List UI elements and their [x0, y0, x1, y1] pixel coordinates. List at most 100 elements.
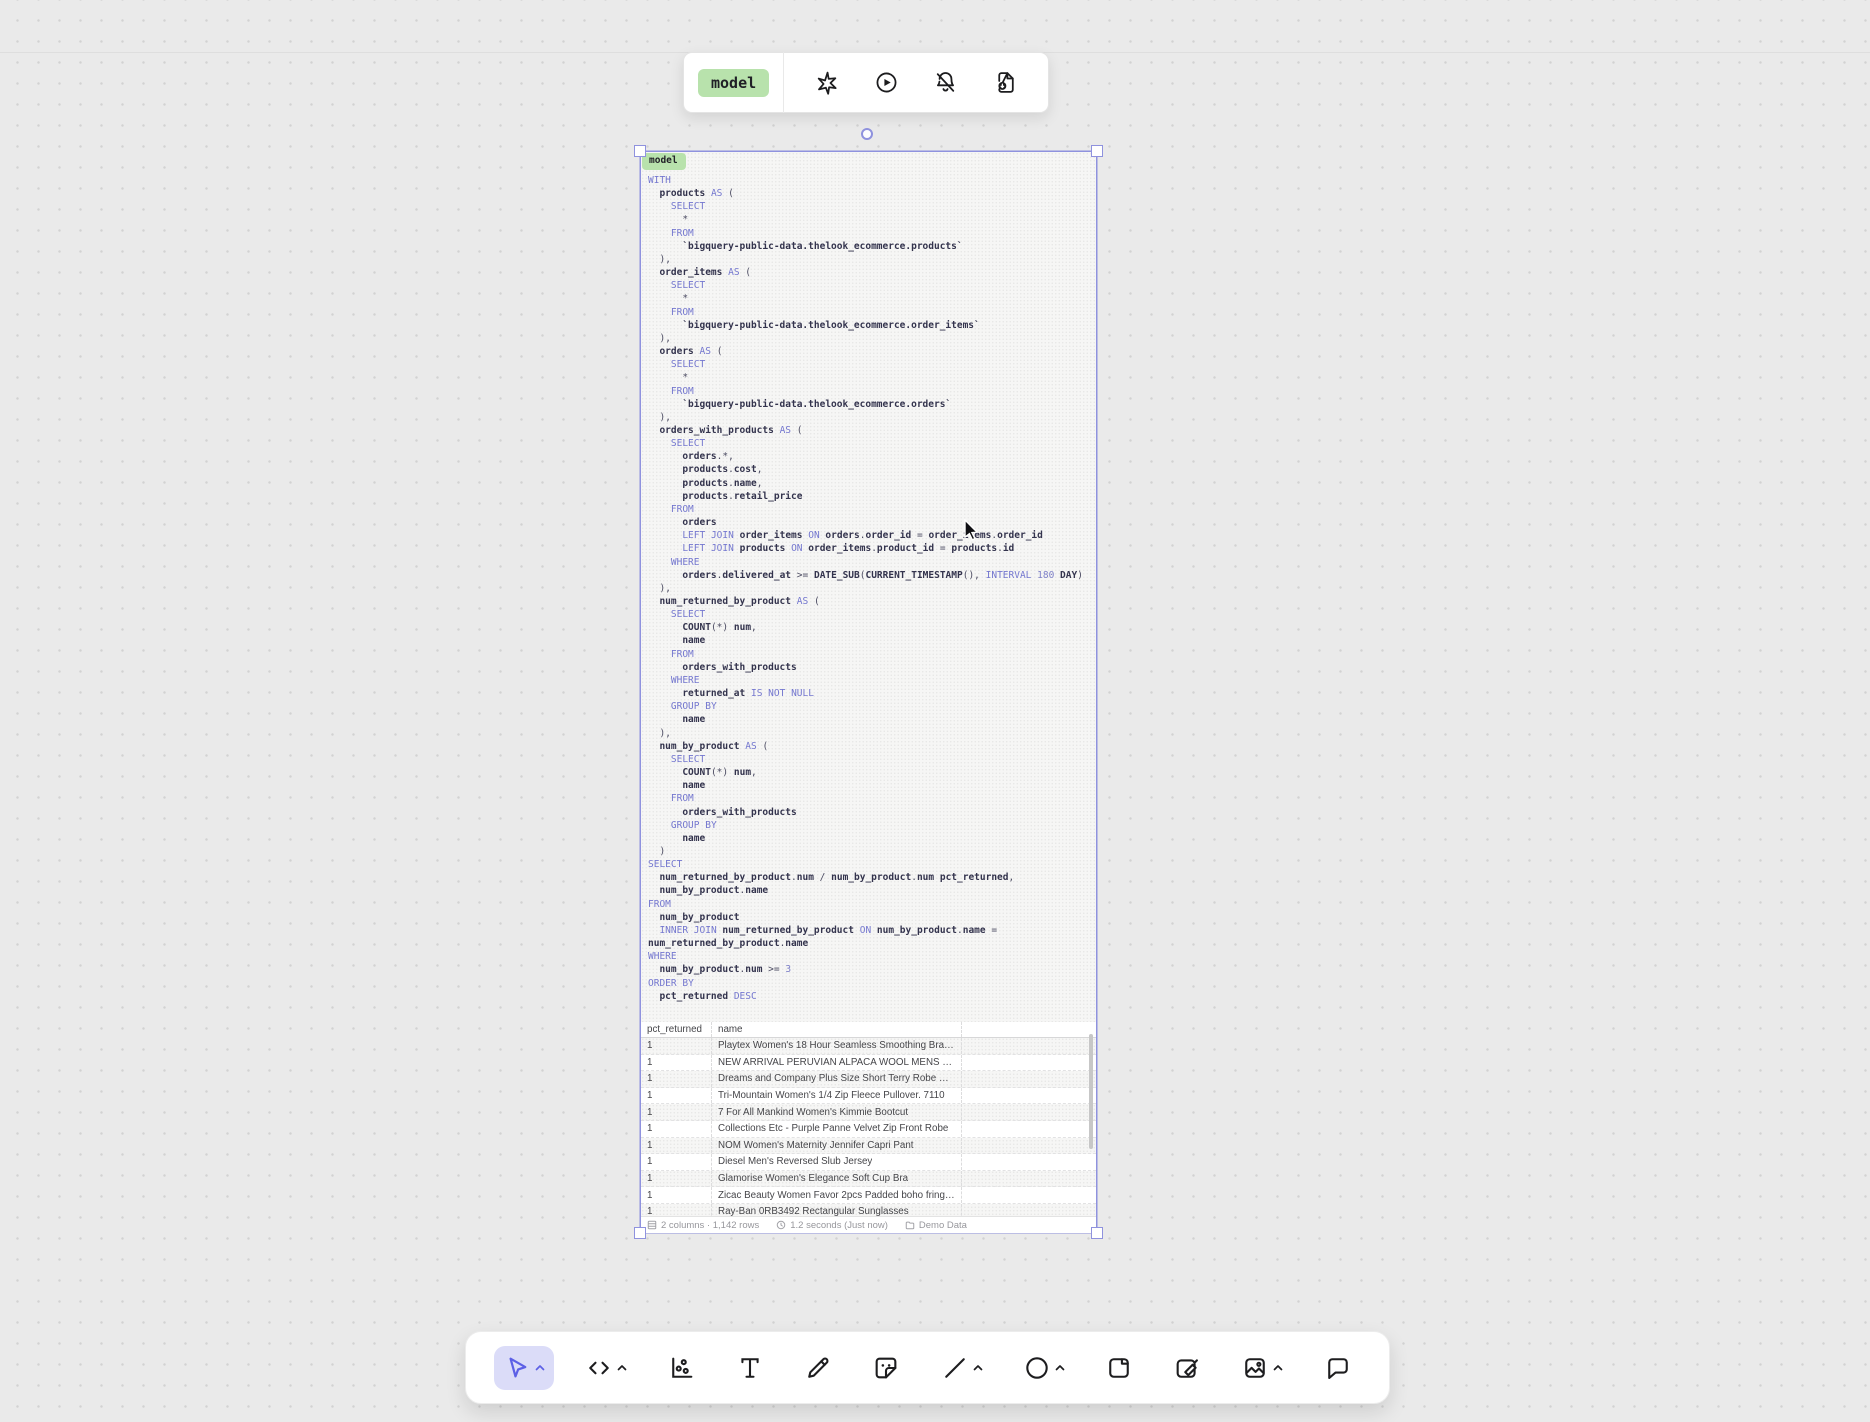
- chart-icon: [668, 1354, 696, 1382]
- code-line: WHERE: [648, 674, 1092, 687]
- table-row[interactable]: 1Zicac Beauty Women Favor 2pcs Padded bo…: [641, 1187, 1096, 1204]
- notifications-off-icon[interactable]: [929, 66, 963, 100]
- code-line: SELECT: [648, 753, 1092, 766]
- results-scrollbar[interactable]: [1089, 1034, 1093, 1149]
- code-line: FROM: [648, 227, 1092, 240]
- code-line: num_returned_by_product.num / num_by_pro…: [648, 871, 1092, 884]
- text-tool[interactable]: [727, 1346, 773, 1390]
- cell-empty: [962, 1138, 1096, 1154]
- code-line: orders_with_products AS (: [648, 424, 1092, 437]
- resize-handle-bottom-left[interactable]: [634, 1227, 646, 1239]
- comment-tool[interactable]: [1315, 1346, 1361, 1390]
- cell-pct-returned: 1: [641, 1071, 712, 1087]
- code-line: products AS (: [648, 187, 1092, 200]
- frame-tool[interactable]: [1096, 1346, 1142, 1390]
- sticker-tool[interactable]: [863, 1346, 909, 1390]
- line-icon: [941, 1354, 969, 1382]
- table-row[interactable]: 1Tri-Mountain Women's 1/4 Zip Fleece Pul…: [641, 1088, 1096, 1105]
- resize-handle-top-right[interactable]: [1091, 145, 1103, 157]
- code-line: ),: [648, 411, 1092, 424]
- comment-icon: [1324, 1354, 1352, 1382]
- table-row[interactable]: 1Playtex Women's 18 Hour Seamless Smooth…: [641, 1038, 1096, 1055]
- stamp-icon: [1173, 1354, 1201, 1382]
- draw-tool[interactable]: [795, 1346, 841, 1390]
- sql-model-cell[interactable]: model WITH products AS ( SELECT * FROM `…: [641, 152, 1096, 1232]
- cell-name: Dreams and Company Plus Size Short Terry…: [712, 1071, 962, 1087]
- cell-title-badge[interactable]: model: [642, 153, 686, 170]
- export-file-icon[interactable]: [988, 66, 1022, 100]
- sql-code-editor[interactable]: WITH products AS ( SELECT * FROM `bigque…: [648, 174, 1092, 1003]
- table-row[interactable]: 1Ray-Ban 0RB3492 Rectangular Sunglasses: [641, 1204, 1096, 1216]
- status-columns-rows: 2 columns · 1,142 rows: [647, 1220, 759, 1231]
- results-header-row: pct_returned name: [641, 1022, 1096, 1038]
- cell-name: Playtex Women's 18 Hour Seamless Smoothi…: [712, 1038, 962, 1054]
- code-line: orders AS (: [648, 345, 1092, 358]
- code-line: orders.delivered_at >= DATE_SUB(CURRENT_…: [648, 569, 1092, 582]
- table-row[interactable]: 1Collections Etc - Purple Panne Velvet Z…: [641, 1121, 1096, 1138]
- model-type-badge[interactable]: model: [698, 69, 769, 97]
- code-line: orders_with_products: [648, 806, 1092, 819]
- run-cell-icon[interactable]: [869, 66, 903, 100]
- code-line: GROUP BY: [648, 819, 1092, 832]
- cell-pct-returned: 1: [641, 1038, 712, 1054]
- table-row[interactable]: 17 For All Mankind Women's Kimmie Bootcu…: [641, 1104, 1096, 1121]
- cell-connector-handle[interactable]: [861, 128, 873, 140]
- code-line: FROM: [648, 898, 1092, 911]
- code-line: `bigquery-public-data.thelook_ecommerce.…: [648, 398, 1092, 411]
- column-header-name: name: [712, 1022, 962, 1037]
- code-line: pct_returned DESC: [648, 990, 1092, 1003]
- shape-tool[interactable]: [1014, 1346, 1074, 1390]
- code-line: order_items AS (: [648, 266, 1092, 279]
- chevron-up-icon: [617, 1364, 627, 1371]
- stamp-tool[interactable]: [1164, 1346, 1210, 1390]
- code-line: LEFT JOIN products ON order_items.produc…: [648, 542, 1092, 555]
- results-status-bar: 2 columns · 1,142 rows 1.2 seconds (Just…: [641, 1216, 1096, 1233]
- code-line: ),: [648, 332, 1092, 345]
- chart-tool[interactable]: [659, 1346, 705, 1390]
- code-line: products.retail_price: [648, 490, 1092, 503]
- code-line: products.name,: [648, 477, 1092, 490]
- code-line: SELECT: [648, 437, 1092, 450]
- code-line: FROM: [648, 503, 1092, 516]
- code-line: SELECT: [648, 358, 1092, 371]
- cell-pct-returned: 1: [641, 1187, 712, 1203]
- code-cell-tool[interactable]: [576, 1346, 636, 1390]
- code-line: ),: [648, 582, 1092, 595]
- code-line: FROM: [648, 792, 1092, 805]
- cell-name: Zicac Beauty Women Favor 2pcs Padded boh…: [712, 1187, 962, 1203]
- code-line: COUNT(*) num,: [648, 621, 1092, 634]
- image-tool[interactable]: [1232, 1346, 1292, 1390]
- status-data-source: Demo Data: [905, 1220, 967, 1231]
- code-line: WITH: [648, 174, 1092, 187]
- resize-handle-bottom-right[interactable]: [1091, 1227, 1103, 1239]
- chevron-up-icon: [1273, 1364, 1283, 1371]
- cell-pct-returned: 1: [641, 1121, 712, 1137]
- code-line: GROUP BY: [648, 700, 1092, 713]
- table-row[interactable]: 1Diesel Men's Reversed Slub Jersey: [641, 1154, 1096, 1171]
- cell-pct-returned: 1: [641, 1204, 712, 1216]
- code-line: ): [648, 845, 1092, 858]
- chevron-up-icon: [1055, 1364, 1065, 1371]
- image-icon: [1241, 1354, 1269, 1382]
- cell-name: 7 For All Mankind Women's Kimmie Bootcut: [712, 1104, 962, 1120]
- ai-sparkle-icon[interactable]: [810, 66, 844, 100]
- column-header-pct-returned: pct_returned: [641, 1022, 712, 1037]
- table-row[interactable]: 1Dreams and Company Plus Size Short Terr…: [641, 1071, 1096, 1088]
- column-header-empty: [962, 1022, 1096, 1037]
- cell-name: Tri-Mountain Women's 1/4 Zip Fleece Pull…: [712, 1088, 962, 1104]
- cell-name: Ray-Ban 0RB3492 Rectangular Sunglasses: [712, 1204, 962, 1216]
- chevron-up-icon: [535, 1364, 545, 1371]
- code-line: num_returned_by_product.name: [648, 937, 1092, 950]
- code-line: SELECT: [648, 608, 1092, 621]
- table-row[interactable]: 1NEW ARRIVAL PERUVIAN ALPACA WOOL MENS S…: [641, 1055, 1096, 1072]
- cell-empty: [962, 1121, 1096, 1137]
- code-line: num_by_product.num >= 3: [648, 963, 1092, 976]
- code-line: SELECT: [648, 200, 1092, 213]
- table-row[interactable]: 1Glamorise Women's Elegance Soft Cup Bra: [641, 1171, 1096, 1188]
- select-tool[interactable]: [494, 1346, 554, 1390]
- line-tool[interactable]: [932, 1346, 992, 1390]
- resize-handle-top-left[interactable]: [634, 145, 646, 157]
- code-line: INNER JOIN num_returned_by_product ON nu…: [648, 924, 1092, 937]
- frame-icon: [1105, 1354, 1133, 1382]
- table-row[interactable]: 1NOM Women's Maternity Jennifer Capri Pa…: [641, 1138, 1096, 1155]
